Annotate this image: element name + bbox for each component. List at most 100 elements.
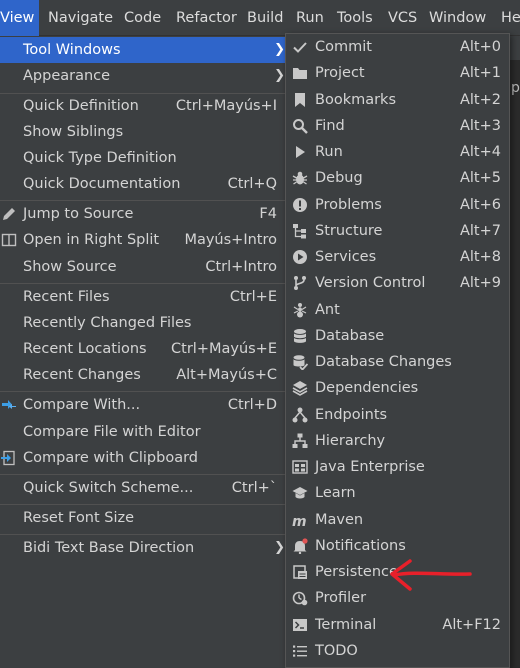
pencil-icon [3,208,15,220]
submenu-item-hierarchy[interactable]: Hierarchy [286,428,509,454]
submenu-item-label: Maven [315,512,364,528]
submenu-item-label: Java Enterprise [315,459,425,475]
java-enterprise-icon [292,460,308,474]
endpoints-icon [292,407,308,423]
submenu-item-shortcut: Alt+F12 [442,617,501,633]
menu-item-label: Bidi Text Base Direction [23,540,195,556]
submenu-item-run[interactable]: Run Alt+4 [286,139,509,165]
submenu-item-terminal[interactable]: Terminal Alt+F12 [286,612,509,638]
menu-vcs[interactable]: VCS [383,0,422,36]
database-changes-icon [293,355,308,370]
menu-navigate[interactable]: Navigate [43,0,118,36]
menu-item-label: Reset Font Size [23,510,135,526]
menu-item-label: Tool Windows [23,42,121,58]
menu-item-quick-documentation[interactable]: Quick Documentation Ctrl+Q [0,171,287,197]
menu-item-recently-changed-files[interactable]: Recently Changed Files [0,310,287,336]
bookmark-icon [295,93,305,107]
menu-item-label: Compare With... [23,397,141,413]
database-icon [293,329,307,343]
menu-build[interactable]: Build [242,0,288,36]
submenu-item-bookmarks[interactable]: Bookmarks Alt+2 [286,87,509,113]
submenu-item-database-changes[interactable]: Database Changes [286,349,509,375]
warning-icon [293,198,307,212]
persistence-icon [293,565,307,579]
menu-item-label: Compare with Clipboard [23,450,199,466]
submenu-item-label: Run [315,144,343,160]
submenu-item-project[interactable]: Project Alt+1 [286,60,509,86]
submenu-item-dependencies[interactable]: Dependencies [286,375,509,401]
menu-item-recent-files[interactable]: Recent Files Ctrl+E [0,284,287,310]
submenu-item-maven[interactable]: m Maven [286,507,509,533]
menu-view[interactable]: View [0,0,40,36]
menu-item-recent-locations[interactable]: Recent Locations Ctrl+Mayús+E [0,336,287,362]
branch-icon [294,276,306,290]
menu-item-label: Compare File with Editor [23,424,201,440]
submenu-item-endpoints[interactable]: Endpoints [286,402,509,428]
submenu-item-label: Endpoints [315,407,388,423]
submenu-item-java-enterprise[interactable]: Java Enterprise [286,454,509,480]
submenu-item-label: Version Control [315,275,426,291]
submenu-item-shortcut: Alt+2 [459,92,501,108]
menu-item-quick-switch-scheme[interactable]: Quick Switch Scheme... Ctrl+` [0,475,287,501]
submenu-item-structure[interactable]: Structure Alt+7 [286,218,509,244]
menu-item-compare-with[interactable]: Compare With... Ctrl+D [0,392,287,418]
folder-icon [293,68,307,79]
menu-item-compare-with-clipboard[interactable]: Compare with Clipboard [0,445,287,471]
submenu-item-label: Project [315,65,365,81]
menu-item-recent-changes[interactable]: Recent Changes Alt+Mayús+C [0,362,287,388]
submenu-item-database[interactable]: Database [286,323,509,349]
chevron-right-icon: ❯ [274,540,285,555]
menu-item-quick-definition[interactable]: Quick Definition Ctrl+Mayús+I [0,93,287,119]
menu-item-show-source[interactable]: Show Source Ctrl+Intro [0,254,287,280]
submenu-item-find[interactable]: Find Alt+3 [286,113,509,139]
submenu-item-label: Hierarchy [315,433,386,449]
submenu-item-services[interactable]: Services Alt+8 [286,244,509,270]
submenu-item-label: Problems [315,197,382,213]
view-menu-dropdown: Tool Windows ❯ Appearance ❯ Quick Defini… [0,36,287,668]
menu-window[interactable]: Window [424,0,491,36]
menu-run[interactable]: Run [291,0,329,36]
submenu-item-todo[interactable]: TODO [286,638,509,664]
menu-refactor[interactable]: Refactor [171,0,242,36]
menu-bar: View Navigate Code Refactor Build Run To… [0,0,520,36]
menu-help[interactable]: He [496,0,520,36]
menu-item-shortcut: Mayús+Intro [184,232,277,248]
submenu-item-label: Debug [315,170,363,186]
menu-item-tool-windows[interactable]: Tool Windows ❯ [0,37,287,63]
bell-icon [293,538,308,554]
menu-item-compare-file-with-editor[interactable]: Compare File with Editor [0,419,287,445]
submenu-item-commit[interactable]: Commit Alt+0 [286,34,509,60]
submenu-item-shortcut: Alt+1 [459,65,501,81]
menu-item-reset-font-size[interactable]: Reset Font Size [0,505,287,531]
menu-code[interactable]: Code [119,0,166,36]
submenu-item-shortcut: Alt+7 [459,223,501,239]
terminal-icon [293,619,307,631]
menu-item-shortcut: Ctrl+D [227,397,277,413]
menu-tools[interactable]: Tools [332,0,378,36]
menu-item-quick-type-definition[interactable]: Quick Type Definition [0,145,287,171]
menu-item-label: Jump to Source [23,206,134,222]
submenu-item-version-control[interactable]: Version Control Alt+9 [286,270,509,296]
menu-item-open-in-right-split[interactable]: Open in Right Split Mayús+Intro [0,227,287,253]
submenu-item-learn[interactable]: Learn [286,480,509,506]
background-editor [510,60,520,668]
menu-item-bidi-text-base-direction[interactable]: Bidi Text Base Direction ❯ [0,535,287,561]
bug-icon [292,171,308,185]
submenu-item-ant[interactable]: Ant [286,297,509,323]
menu-item-jump-to-source[interactable]: Jump to Source F4 [0,201,287,227]
submenu-item-label: Terminal [315,617,377,633]
background-text: p [511,80,520,96]
menu-item-show-siblings[interactable]: Show Siblings [0,119,287,145]
submenu-item-label: TODO [315,643,358,659]
submenu-item-shortcut: Alt+3 [459,118,501,134]
submenu-item-shortcut: Alt+6 [459,197,501,213]
menu-item-appearance[interactable]: Appearance ❯ [0,63,287,89]
menu-item-shortcut: Ctrl+E [229,289,277,305]
menu-item-label: Appearance [23,68,111,84]
commit-icon [293,42,307,53]
chevron-right-icon: ❯ [274,68,285,83]
submenu-item-problems[interactable]: Problems Alt+6 [286,192,509,218]
submenu-item-debug[interactable]: Debug Alt+5 [286,165,509,191]
services-icon [293,250,307,264]
split-icon [1,233,17,247]
